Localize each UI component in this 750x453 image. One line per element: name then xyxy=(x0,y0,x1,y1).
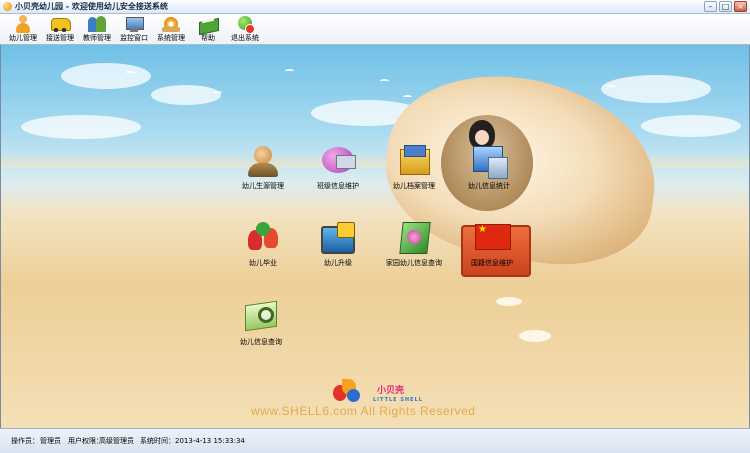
window-controls: – □ × xyxy=(704,1,747,12)
cloud xyxy=(601,75,711,103)
shortcut-child-enrollment[interactable]: 幼儿生源管理 xyxy=(225,143,301,199)
toolbar-help[interactable]: 帮助 xyxy=(187,15,229,44)
toolbar-child-management[interactable]: 幼儿管理 xyxy=(2,15,44,44)
maximize-button[interactable]: □ xyxy=(719,1,732,12)
shortcut-label: 幼儿档案管理 xyxy=(393,182,435,190)
window-title: 小贝壳幼儿园 - 欢迎使用幼儿安全接送系统 xyxy=(15,2,168,11)
toolbar-label: 教师管理 xyxy=(83,34,111,42)
monitor-icon xyxy=(124,15,144,33)
seagull xyxy=(607,85,616,89)
system-time-label: 系统时间： xyxy=(140,437,175,445)
brand-logo: 小贝壳 LITTLE SHELL xyxy=(329,375,425,407)
pebble xyxy=(496,297,522,306)
toolbar-label: 监控窗口 xyxy=(120,34,148,42)
permission-label: 用户权限： xyxy=(68,437,103,445)
child-avatar-icon xyxy=(244,143,282,179)
toolbar-monitor-window[interactable]: 监控窗口 xyxy=(113,15,155,44)
shortcut-child-archive[interactable]: 幼儿档案管理 xyxy=(376,143,452,199)
toolbar-label: 系统管理 xyxy=(157,34,185,42)
toolbar-label: 接送管理 xyxy=(46,34,74,42)
file-icon xyxy=(395,143,433,179)
shortcut-label: 国籍信息维护 xyxy=(471,259,513,267)
pebble xyxy=(519,330,551,342)
flag-icon xyxy=(473,220,511,256)
cloud xyxy=(151,85,221,105)
cloud xyxy=(21,115,141,139)
close-button[interactable]: × xyxy=(734,1,747,12)
shortcut-label: 幼儿信息查询 xyxy=(240,338,282,346)
shortcut-label: 幼儿生源管理 xyxy=(242,182,284,190)
family-icon xyxy=(395,220,433,256)
title-bar: 小贝壳幼儿园 - 欢迎使用幼儿安全接送系统 – □ × xyxy=(0,0,750,14)
seagull xyxy=(126,71,135,75)
shortcut-upgrade[interactable]: 幼儿升级 xyxy=(300,220,376,276)
seagull xyxy=(213,91,222,95)
shortcut-label: 幼儿毕业 xyxy=(249,259,277,267)
toolbar-exit[interactable]: 退出系统 xyxy=(224,15,266,44)
toolbar-pickup-management[interactable]: 接送管理 xyxy=(39,15,81,44)
staff-icon xyxy=(87,15,107,33)
cloud xyxy=(641,115,741,137)
shortcut-label: 班级信息维护 xyxy=(317,182,359,190)
operator-value: 管理员 xyxy=(40,437,61,445)
seagull xyxy=(403,95,412,99)
gear-icon xyxy=(161,15,181,33)
toolbar-label: 幼儿管理 xyxy=(9,34,37,42)
statistics-icon xyxy=(470,143,508,179)
minimize-button[interactable]: – xyxy=(704,1,717,12)
operator-label: 操作员： xyxy=(11,437,39,445)
shortcut-child-query[interactable]: 幼儿信息查询 xyxy=(223,299,299,355)
child-icon xyxy=(13,15,33,33)
bus-icon xyxy=(50,15,71,33)
search-icon xyxy=(242,299,280,335)
seagull xyxy=(380,79,389,83)
logo-english-name: LITTLE SHELL xyxy=(373,397,423,403)
classroom-icon xyxy=(319,143,357,179)
toolbar-system-management[interactable]: 系统管理 xyxy=(150,15,192,44)
book-icon xyxy=(198,15,218,33)
toolbar: 幼儿管理 接送管理 教师管理 监控窗口 系统管理 帮助 退出系统 xyxy=(0,14,750,45)
status-bar: 操作员： 管理员 用户权限： 高级管理员 系统时间： 2013-4-13 15:… xyxy=(0,428,750,453)
logo-chinese-name: 小贝壳 xyxy=(377,386,405,396)
desktop-area: 幼儿生源管理 班级信息维护 幼儿档案管理 幼儿信息统计 幼儿毕业 幼儿升级 家园… xyxy=(0,45,750,428)
shortcut-class-info[interactable]: 班级信息维护 xyxy=(300,143,376,199)
shortcut-family-query[interactable]: 家园幼儿信息查询 xyxy=(376,220,452,276)
copyright-text: www.SHELL6.com All Rights Reserved xyxy=(251,404,476,418)
shortcut-label: 家园幼儿信息查询 xyxy=(386,259,442,267)
toolbar-staff-management[interactable]: 教师管理 xyxy=(76,15,118,44)
graduation-icon xyxy=(244,220,282,256)
toolbar-label: 帮助 xyxy=(201,34,215,42)
shortcut-graduation[interactable]: 幼儿毕业 xyxy=(225,220,301,276)
system-time-value: 2013-4-13 15:33:34 xyxy=(175,437,245,445)
shortcut-nationality-info[interactable]: 国籍信息维护 xyxy=(454,220,530,276)
logo-mark-icon xyxy=(333,377,361,403)
shortcut-child-statistics[interactable]: 幼儿信息统计 xyxy=(451,143,527,199)
upgrade-icon xyxy=(319,220,357,256)
permission-value: 高级管理员 xyxy=(99,437,134,445)
shortcut-label: 幼儿信息统计 xyxy=(468,182,510,190)
shortcut-label: 幼儿升级 xyxy=(324,259,352,267)
cloud xyxy=(61,63,151,89)
app-icon xyxy=(3,2,12,11)
seagull xyxy=(285,69,294,73)
exit-icon xyxy=(235,15,255,34)
toolbar-label: 退出系统 xyxy=(231,34,259,42)
